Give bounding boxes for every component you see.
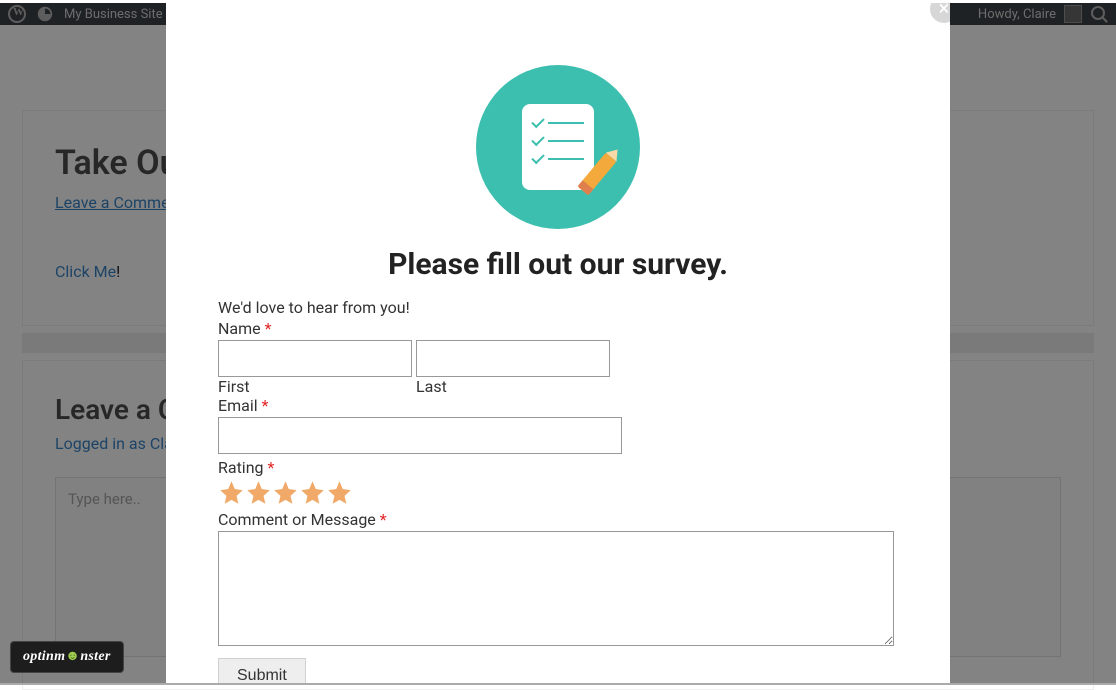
message-label: Comment or Message * (218, 510, 898, 529)
email-input[interactable] (218, 417, 622, 454)
name-label: Name * (218, 319, 898, 338)
close-button[interactable]: × (930, 3, 950, 23)
survey-clipboard-icon (476, 65, 640, 229)
rating-stars (218, 479, 898, 506)
survey-icon-wrap (166, 65, 950, 229)
message-textarea[interactable] (218, 531, 894, 646)
star-4[interactable] (299, 479, 326, 506)
survey-modal: × Please fill out our survey. We'd love … (166, 3, 950, 685)
star-1[interactable] (218, 479, 245, 506)
modal-heading: Please fill out our survey. (166, 247, 950, 282)
rating-label: Rating * (218, 458, 898, 477)
last-name-input[interactable] (416, 340, 610, 377)
optinmonster-badge[interactable]: optinm☻nster (10, 641, 124, 673)
first-name-input[interactable] (218, 340, 412, 377)
close-icon: × (939, 3, 950, 20)
star-2[interactable] (245, 479, 272, 506)
submit-button[interactable]: Submit (218, 658, 306, 685)
survey-form: We'd love to hear from you! Name * First… (166, 298, 950, 685)
star-5[interactable] (326, 479, 353, 506)
last-sublabel: Last (416, 377, 447, 396)
email-label: Email * (218, 396, 898, 415)
form-intro: We'd love to hear from you! (218, 298, 898, 317)
first-sublabel: First (218, 377, 412, 396)
star-3[interactable] (272, 479, 299, 506)
